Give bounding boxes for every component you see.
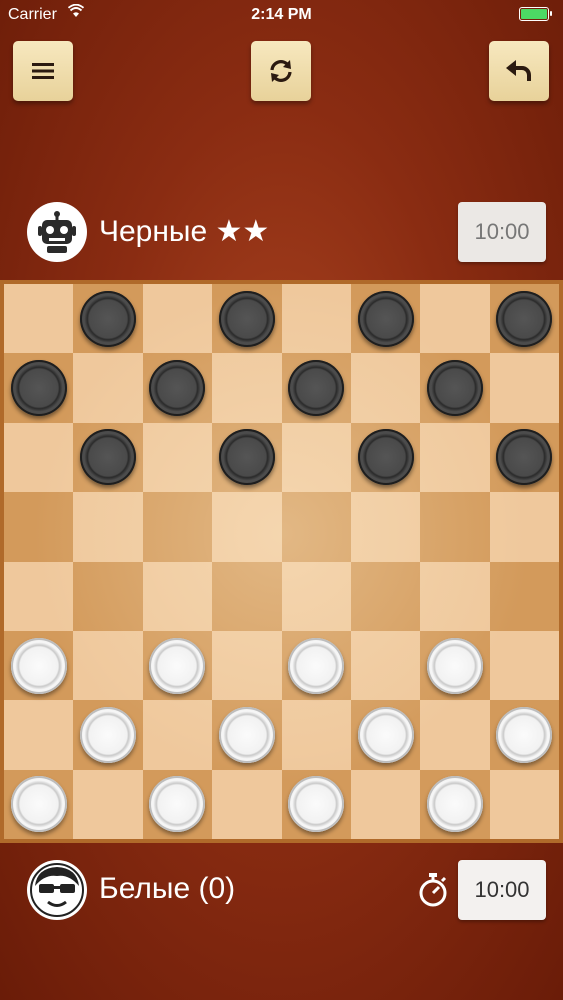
board-square-light [350,353,421,423]
board-square-light [281,700,351,770]
white-checker-piece[interactable] [10,637,67,694]
board-square-dark[interactable] [212,561,282,631]
refresh-icon [270,60,292,82]
board-square-light [281,284,351,354]
undo-icon [506,60,531,81]
board-square-light [73,769,143,839]
board-square-light [350,492,421,562]
board-square-dark[interactable] [73,561,143,631]
stopwatch-icon [418,872,448,908]
board-square-light [73,630,143,701]
board-square-dark[interactable] [4,492,74,562]
black-checker-piece[interactable] [496,290,553,347]
white-checker-piece[interactable] [10,776,67,833]
board-square-light [4,284,74,354]
board-square-dark[interactable] [420,492,490,562]
board-square-light [212,353,282,423]
board-square-light [4,422,74,493]
player-name-bottom: Белые (0) [99,872,236,905]
white-checker-piece[interactable] [426,776,483,833]
player-name-top: Черные ★★ [99,215,270,248]
robot-icon [38,211,76,253]
board-square-light [420,284,490,354]
board-square-light [281,561,351,631]
white-checker-piece[interactable] [496,706,553,763]
white-checker-piece[interactable] [426,637,483,694]
board-square-light [73,492,143,562]
board-square-light [4,700,74,770]
white-checker-piece[interactable] [80,706,137,763]
black-checker-piece[interactable] [288,360,345,417]
clock-time: 2:14 PM [251,6,312,23]
board-square-dark[interactable] [350,561,421,631]
board-square-light [281,422,351,493]
menu-button[interactable] [13,41,73,101]
board-square-dark[interactable] [489,561,559,631]
black-checker-piece[interactable] [357,290,414,347]
board-square-light [350,769,421,839]
board-square-light [142,422,213,493]
board-square-light [4,561,74,631]
black-checker-piece[interactable] [80,290,137,347]
white-checker-piece[interactable] [218,706,275,763]
board-square-light [489,492,559,562]
checkers-board [0,280,563,843]
board-square-light [420,422,490,493]
board-square-light [212,630,282,701]
timer-bottom: 10:00 [458,860,546,920]
status-bar: Carrier 2:14 PM [0,0,563,30]
restart-button[interactable] [251,41,311,101]
white-checker-piece[interactable] [149,637,206,694]
black-checker-piece[interactable] [426,360,483,417]
board-square-light [142,561,213,631]
person-glasses-icon [30,863,84,917]
player-avatar [27,860,87,920]
board-square-light [212,492,282,562]
board-square-light [73,353,143,423]
black-checker-piece[interactable] [357,429,414,486]
black-checker-piece[interactable] [218,429,275,486]
board-square-light [489,769,559,839]
timer-top: 10:00 [458,202,546,262]
battery-icon [519,7,552,21]
white-checker-piece[interactable] [288,637,345,694]
menu-icon [32,63,54,79]
undo-button[interactable] [489,41,549,101]
robot-avatar [27,202,87,262]
board-square-dark[interactable] [142,492,213,562]
board-square-light [142,700,213,770]
white-checker-piece[interactable] [357,706,414,763]
board-square-light [420,561,490,631]
board-grid [4,284,559,839]
board-square-light [212,769,282,839]
black-checker-piece[interactable] [218,290,275,347]
board-square-light [489,630,559,701]
board-square-light [489,353,559,423]
board-square-light [420,700,490,770]
board-square-light [350,630,421,701]
black-checker-piece[interactable] [10,360,67,417]
board-square-light [142,284,213,354]
board-square-dark[interactable] [281,492,351,562]
